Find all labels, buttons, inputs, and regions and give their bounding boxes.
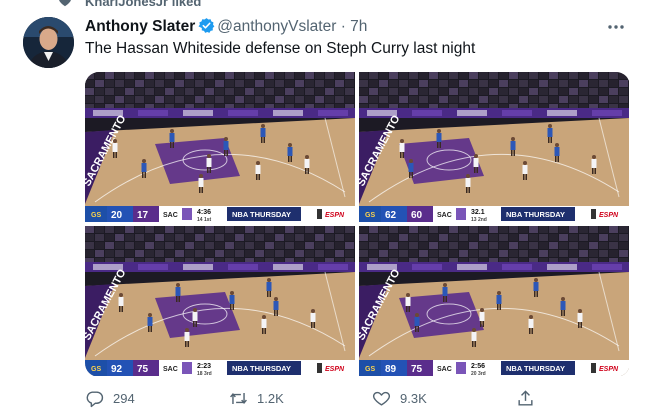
away-score: 20 [111, 210, 123, 221]
network-logo: ESPN [325, 366, 345, 373]
broadcast-banner: NBA THURSDAY [232, 364, 291, 373]
home-score: 75 [411, 364, 423, 375]
social-context[interactable]: KhariJonesJr liked [0, 0, 650, 9]
media-grid: SACRAMENTO GS 20 17 SAC 4:36 14 1st NBA THURSDA… [85, 72, 630, 377]
network-logo: ESPN [325, 212, 345, 219]
away-team-label: GS [365, 366, 375, 373]
broadcast-banner: NBA THURSDAY [506, 364, 565, 373]
reply-button[interactable]: 294 [85, 388, 135, 408]
video-frame[interactable]: SACRAMENTO GS 20 17 SAC 4:36 14 1st NBA THURSDA… [85, 72, 355, 222]
broadcast-banner: NBA THURSDAY [506, 210, 565, 219]
liked-by-text[interactable]: KhariJonesJr liked [85, 0, 201, 9]
avatar-image [23, 17, 74, 68]
home-team-label: SAC [163, 366, 178, 373]
period-label: 14 1st [197, 217, 212, 222]
author-handle[interactable]: @anthonyVslater [217, 18, 336, 35]
period-label: 13 2nd [471, 217, 487, 222]
broadcast-frame: SACRAMENTOGS 89 75 SAC 2:5620 3rdNBA THURSDA… [359, 226, 629, 376]
away-team-label: GS [91, 366, 101, 373]
game-clock: 32.1 [471, 209, 485, 216]
away-score: 89 [385, 364, 397, 375]
home-team-label: SAC [437, 212, 452, 219]
reply-count: 294 [113, 390, 135, 406]
home-score: 60 [411, 210, 423, 221]
retweet-button[interactable]: 1.2K [229, 388, 284, 408]
tweet-time[interactable]: 7h [350, 18, 367, 35]
action-bar: 294 1.2K 9.3K [0, 386, 650, 408]
away-score: 92 [111, 364, 123, 375]
game-clock: 2:23 [197, 363, 211, 370]
broadcast-frame: SACRAMENTOGS 92 75 SAC 2:2318 3rdNBA THURSDA… [85, 226, 355, 376]
home-team-label: SAC [163, 212, 178, 219]
video-frame[interactable]: SACRAMENTO GS 62 60 SAC 32.1 13 2nd NBA THURSDA… [359, 72, 629, 222]
home-score: 17 [137, 210, 149, 221]
like-count: 9.3K [400, 390, 427, 406]
like-button[interactable]: 9.3K [372, 388, 427, 408]
verified-badge-icon [198, 18, 215, 33]
avatar[interactable] [23, 17, 74, 68]
video-frame[interactable]: SACRAMENTO GS 92 75 SAC 2:23 18 3rd NBA THURSDA… [85, 226, 355, 376]
retweet-count: 1.2K [257, 390, 284, 406]
broadcast-banner: NBA THURSDAY [232, 210, 291, 219]
broadcast-frame: SACRAMENTOGS 20 17 SAC 4:3614 1stNBA THURSDA… [85, 72, 355, 222]
game-clock: 2:56 [471, 363, 485, 370]
home-score: 75 [137, 364, 149, 375]
more-icon[interactable] [605, 17, 627, 37]
away-score: 62 [385, 210, 397, 221]
reply-icon [86, 390, 104, 407]
separator-dot: · [340, 18, 346, 35]
like-icon [372, 391, 391, 406]
share-button[interactable] [516, 388, 544, 408]
game-clock: 4:36 [197, 209, 211, 216]
broadcast-frame: SACRAMENTOGS 62 60 SAC 32.113 2ndNBA THURSDA… [359, 72, 629, 222]
author-name[interactable]: Anthony Slater [85, 18, 195, 35]
network-logo: ESPN [599, 366, 619, 373]
away-team-label: GS [91, 212, 101, 219]
period-label: 20 3rd [471, 371, 486, 376]
home-team-label: SAC [437, 366, 452, 373]
tweet-header: Anthony Slater @anthonyVslater · 7h [85, 17, 367, 37]
retweet-icon [230, 392, 247, 404]
heart-icon [59, 0, 71, 7]
share-icon [518, 389, 533, 406]
network-logo: ESPN [599, 212, 619, 219]
away-team-label: GS [365, 212, 375, 219]
video-frame[interactable]: SACRAMENTO GS 89 75 SAC 2:56 20 3rd NBA THURSDA… [359, 226, 629, 376]
tweet-text: The Hassan Whiteside defense on Steph Cu… [85, 40, 476, 57]
period-label: 18 3rd [197, 371, 212, 376]
